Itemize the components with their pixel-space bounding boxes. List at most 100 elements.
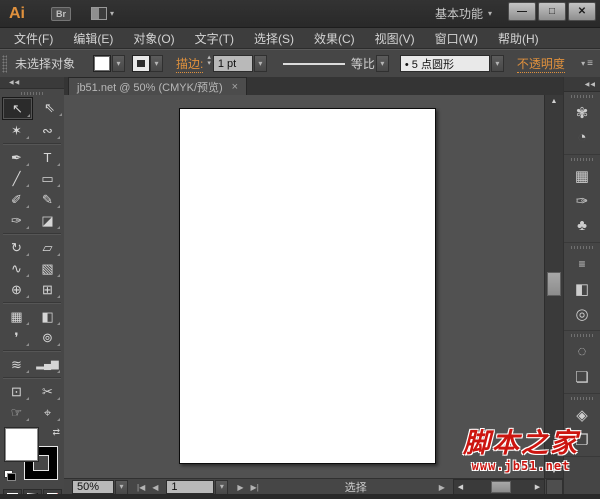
blend-tool[interactable]: ⊚ [33, 327, 62, 348]
maximize-button[interactable]: □ [538, 2, 566, 21]
artboard-number-dropdown[interactable]: ▾ [215, 479, 229, 495]
vertical-scrollbar-thumb[interactable] [547, 272, 561, 296]
menu-item-3[interactable]: 文字(T) [185, 28, 244, 49]
dock-drag-handle-icon[interactable] [571, 158, 593, 161]
first-artboard-button[interactable]: |◀ [137, 483, 145, 492]
gradient-panel[interactable]: ◧ [564, 276, 600, 301]
graphic-styles-panel[interactable]: ❏ [564, 364, 600, 389]
minimize-button[interactable]: — [508, 2, 536, 21]
scroll-left-icon[interactable]: ◀ [454, 483, 467, 491]
color-panel[interactable]: ✾ [564, 100, 600, 125]
stepper-down-icon[interactable]: ▾ [207, 60, 211, 70]
document-tab[interactable]: jb51.net @ 50% (CMYK/预览) × [68, 77, 248, 95]
zoom-tool[interactable]: ⌖ [33, 402, 62, 423]
line-segment-tool[interactable]: ╱ [2, 168, 31, 189]
scale-tool[interactable]: ▱ [33, 237, 62, 258]
dock-expand-button[interactable]: ◀◀ [564, 77, 600, 92]
previous-artboard-button[interactable]: ◀ [152, 483, 158, 492]
zoom-level-field[interactable]: 50% [72, 480, 114, 494]
artboard-tool[interactable]: ⊡ [2, 381, 31, 402]
dock-drag-handle-icon[interactable] [571, 95, 593, 98]
control-panel-menu-button[interactable]: ▾ ≡ [581, 58, 593, 69]
default-fill-stroke-icon[interactable] [4, 470, 16, 481]
lasso-tool[interactable]: ∾ [33, 120, 62, 141]
fill-color-swatch[interactable] [93, 55, 112, 72]
hand-tool[interactable]: ☞ [2, 402, 31, 423]
bridge-button[interactable]: Br [51, 6, 72, 21]
horizontal-scrollbar-track[interactable] [467, 480, 531, 494]
menu-item-1[interactable]: 编辑(E) [63, 28, 123, 49]
slice-tool[interactable]: ✂ [33, 381, 62, 402]
panel-grip-icon[interactable] [2, 54, 7, 73]
free-transform-tool[interactable]: ▧ [33, 258, 62, 279]
next-artboard-button[interactable]: ▶ [237, 483, 243, 492]
layers-panel[interactable]: ◈ [564, 402, 600, 427]
eraser-tool[interactable]: ◪ [33, 210, 62, 231]
fill-color-dropdown[interactable]: ▾ [112, 55, 126, 72]
appearance-panel[interactable]: ◌ [564, 339, 600, 364]
menu-item-0[interactable]: 文件(F) [4, 28, 63, 49]
direct-selection-tool[interactable]: ⇖ [35, 97, 64, 118]
arrange-documents-button[interactable]: ▾ [91, 7, 114, 20]
blob-brush-tool[interactable]: ✑ [2, 210, 31, 231]
vertical-scrollbar[interactable]: ▲ ▼ [544, 95, 563, 478]
width-tool[interactable]: ∿ [2, 258, 31, 279]
menu-item-2[interactable]: 对象(O) [123, 28, 184, 49]
swatches-panel[interactable]: ▦ [564, 163, 600, 188]
pen-tool[interactable]: ✒ [2, 147, 31, 168]
stroke-width-dropdown[interactable]: ▾ [253, 55, 267, 72]
artboard[interactable] [179, 108, 436, 464]
tab-close-icon[interactable]: × [232, 81, 238, 93]
column-graph-tool[interactable]: ▂▄▆ [33, 354, 62, 375]
symbols-panel[interactable]: ♣ [564, 213, 600, 238]
paintbrush-tool[interactable]: ✐ [2, 189, 31, 210]
stroke-panel-link[interactable]: 描边: [176, 55, 204, 73]
scroll-up-icon[interactable]: ▲ [545, 95, 563, 108]
workspace-switcher[interactable]: 基本功能 ▾ [435, 5, 492, 22]
menu-item-6[interactable]: 视图(V) [365, 28, 425, 49]
menu-item-7[interactable]: 窗口(W) [425, 28, 488, 49]
dock-drag-handle-icon[interactable] [571, 246, 593, 249]
transparency-panel[interactable]: ◎ [564, 301, 600, 326]
scroll-right-icon[interactable]: ▶ [531, 483, 544, 491]
brushes-panel[interactable]: ✑ [564, 188, 600, 213]
zoom-level-dropdown[interactable]: ▾ [115, 479, 128, 495]
profile-dropdown[interactable]: ▾ [375, 55, 389, 72]
perspective-grid-tool[interactable]: ⊞ [33, 279, 62, 300]
last-artboard-button[interactable]: ▶| [251, 483, 259, 492]
dock-drag-handle-icon[interactable] [571, 334, 593, 337]
selection-tool[interactable]: ↖ [2, 97, 33, 120]
scroll-down-icon[interactable]: ▼ [545, 465, 563, 478]
magic-wand-tool[interactable]: ✶ [2, 120, 31, 141]
dock-drag-handle-icon[interactable] [571, 397, 593, 400]
stroke-width-stepper[interactable]: ▴ ▾ [207, 54, 211, 70]
status-flyout-icon[interactable]: ▶ [439, 483, 445, 492]
close-button[interactable]: ✕ [568, 2, 596, 21]
artboards-panel[interactable]: ❐ [564, 427, 600, 452]
shape-builder-tool[interactable]: ⊕ [2, 279, 31, 300]
canvas-area[interactable] [64, 95, 545, 478]
opacity-panel-link[interactable]: 不透明度 [516, 55, 565, 73]
stroke-panel[interactable]: ≡ [564, 251, 600, 276]
menu-item-4[interactable]: 选择(S) [244, 28, 304, 49]
menu-item-8[interactable]: 帮助(H) [488, 28, 549, 49]
horizontal-scrollbar-thumb[interactable] [491, 481, 512, 493]
brush-definition-dropdown[interactable]: ▾ [490, 55, 504, 72]
eyedropper-tool[interactable]: ❜ [2, 327, 31, 348]
mesh-tool[interactable]: ▦ [2, 306, 31, 327]
color-guide-panel[interactable]: ◔ [564, 125, 600, 150]
stroke-color-dropdown[interactable]: ▾ [150, 55, 164, 72]
swap-fill-stroke-icon[interactable]: ⇄ [52, 427, 60, 438]
rotate-tool[interactable]: ↻ [2, 237, 31, 258]
tools-drag-handle-icon[interactable] [21, 92, 43, 95]
rectangle-tool[interactable]: ▭ [33, 168, 62, 189]
fill-indicator[interactable] [5, 428, 38, 461]
stroke-color-swatch[interactable] [132, 55, 151, 72]
pencil-tool[interactable]: ✎ [33, 189, 62, 210]
stroke-width-field[interactable]: 1 pt [212, 55, 253, 72]
brush-definition-field[interactable]: • 5 点圆形 [399, 55, 490, 72]
artboard-number-field[interactable]: 1 [166, 480, 215, 494]
gradient-tool[interactable]: ◧ [33, 306, 62, 327]
horizontal-scrollbar[interactable]: ◀ ▶ [452, 479, 545, 495]
tools-collapse-button[interactable]: ◀◀ [0, 77, 64, 89]
